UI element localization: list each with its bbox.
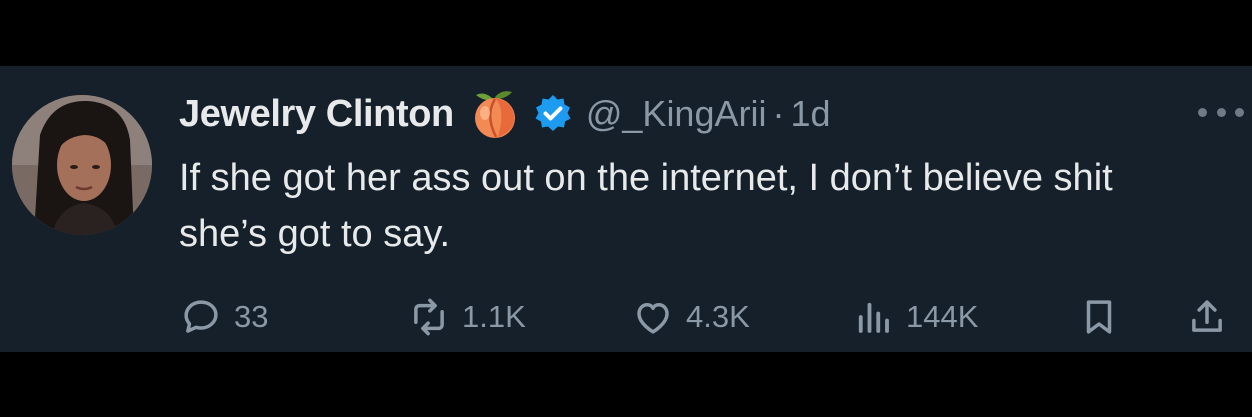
more-icon[interactable]	[1198, 102, 1244, 122]
timestamp[interactable]: 1d	[790, 93, 830, 135]
like-count: 4.3K	[686, 299, 750, 334]
tweet: Jewelry Clinton @_KingArii · 1d If she g…	[0, 66, 1252, 352]
repost-icon	[414, 298, 444, 336]
reply-button[interactable]: 33	[180, 292, 268, 342]
views-button[interactable]: 144K	[852, 292, 978, 342]
tweet-text: If she got her ass out on the internet, …	[179, 157, 1113, 255]
avatar-photo	[12, 95, 152, 235]
reply-icon	[184, 300, 218, 333]
peach-emoji-icon	[468, 87, 522, 141]
share-icon	[1192, 300, 1222, 332]
share-button[interactable]	[1186, 292, 1228, 342]
author-name[interactable]: Jewelry Clinton	[179, 93, 454, 136]
bookmark-icon	[1086, 300, 1112, 334]
bookmark-button[interactable]	[1078, 292, 1120, 342]
avatar[interactable]	[12, 95, 152, 235]
repost-count: 1.1K	[462, 299, 526, 334]
verified-badge-icon[interactable]	[532, 93, 574, 135]
reply-count: 33	[234, 299, 269, 334]
action-bar: 33 1.1K 4.3K 144K	[0, 292, 1252, 342]
like-button[interactable]: 4.3K	[632, 292, 750, 342]
views-count: 144K	[906, 299, 979, 334]
views-icon	[858, 302, 889, 333]
like-icon	[637, 303, 669, 334]
separator-dot: ·	[772, 93, 785, 134]
author-handle[interactable]: @_KingArii	[586, 93, 767, 135]
tweet-header: Jewelry Clinton @_KingArii · 1d	[179, 91, 831, 138]
repost-button[interactable]: 1.1K	[408, 292, 526, 342]
